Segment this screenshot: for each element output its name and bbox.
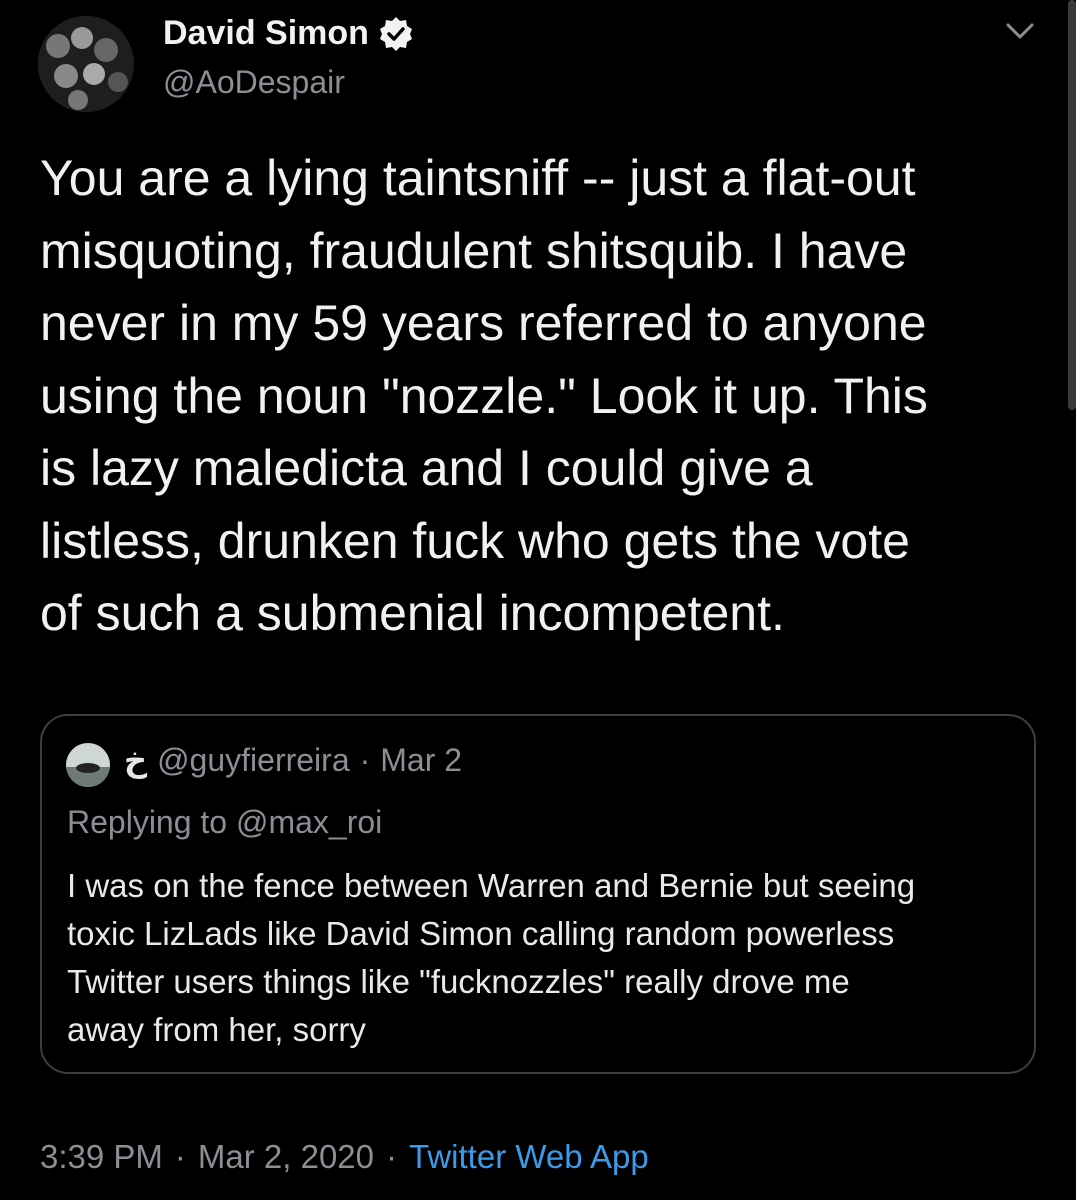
- verified-badge-icon: [379, 16, 412, 51]
- quoted-text: I was on the fence between Warren and Be…: [67, 867, 916, 1048]
- tweet-footer: 3:39 PM · Mar 2, 2020 · Twitter Web App: [40, 1138, 649, 1176]
- author-avatar[interactable]: [38, 16, 134, 112]
- scrollbar[interactable]: [1068, 0, 1076, 410]
- quoted-meta: خ @guyfierreira · Mar 2: [124, 741, 462, 779]
- quoted-tweet[interactable]: خ @guyfierreira · Mar 2 Replying to @max…: [40, 714, 1036, 1074]
- author-handle[interactable]: @AoDespair: [163, 64, 345, 101]
- chevron-down-icon[interactable]: [1002, 16, 1038, 46]
- tweet-text: You are a lying taintsniff -- just a fla…: [40, 150, 928, 641]
- author-name[interactable]: David Simon: [163, 14, 369, 53]
- quoted-name[interactable]: خ: [124, 741, 147, 779]
- tweet-date[interactable]: Mar 2, 2020: [198, 1138, 374, 1176]
- quoted-avatar[interactable]: [66, 743, 110, 787]
- author-name-row[interactable]: David Simon: [163, 14, 415, 53]
- quoted-handle[interactable]: @guyfierreira: [157, 742, 350, 779]
- tweet-source-link[interactable]: Twitter Web App: [409, 1138, 649, 1176]
- quoted-date[interactable]: Mar 2: [380, 742, 462, 779]
- tweet-time[interactable]: 3:39 PM: [40, 1138, 163, 1176]
- separator: ·: [386, 1138, 398, 1175]
- separator: ·: [174, 1138, 186, 1175]
- quoted-replying-to: Replying to @max_roi: [67, 804, 383, 840]
- separator: ·: [359, 741, 371, 778]
